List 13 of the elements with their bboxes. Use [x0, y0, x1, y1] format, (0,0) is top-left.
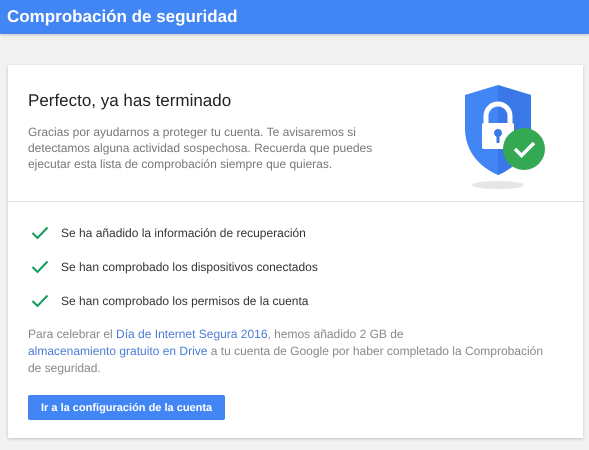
- app-title: Comprobación de seguridad: [7, 7, 238, 27]
- checkmark-icon: [31, 226, 49, 240]
- description-text: Gracias por ayudarnos a proteger tu cuenta. Te avisaremos si detectamos alguna actividad sospechosa. Recuerda que puedes ejecutar esta lista de comprobación siempre que quieras.: [28, 124, 374, 172]
- account-settings-button[interactable]: Ir a la configuración de la cuenta: [28, 395, 226, 420]
- checklist-item: Se han comprobado los dispositivos conectados: [61, 260, 318, 274]
- text-link[interactable]: almacenamiento gratuito en Drive: [28, 344, 208, 358]
- card-heading: Perfecto, ya has terminado: [28, 91, 232, 111]
- checklist-item: Se han comprobado los permisos de la cuenta: [61, 294, 308, 308]
- checkmark-icon: [31, 294, 49, 308]
- checklist-item: Se ha añadido la información de recuperación: [61, 226, 306, 240]
- info-text: Para celebrar el Día de Internet Segura 2016, hemos añadido 2 GB de almacenamiento gratuito en Drive a tu cuenta de Google por haber completado la Comprobación de seguridad.: [28, 326, 544, 377]
- checkmark-icon: [31, 260, 49, 274]
- text-link[interactable]: Día de Internet Segura 2016: [116, 327, 268, 341]
